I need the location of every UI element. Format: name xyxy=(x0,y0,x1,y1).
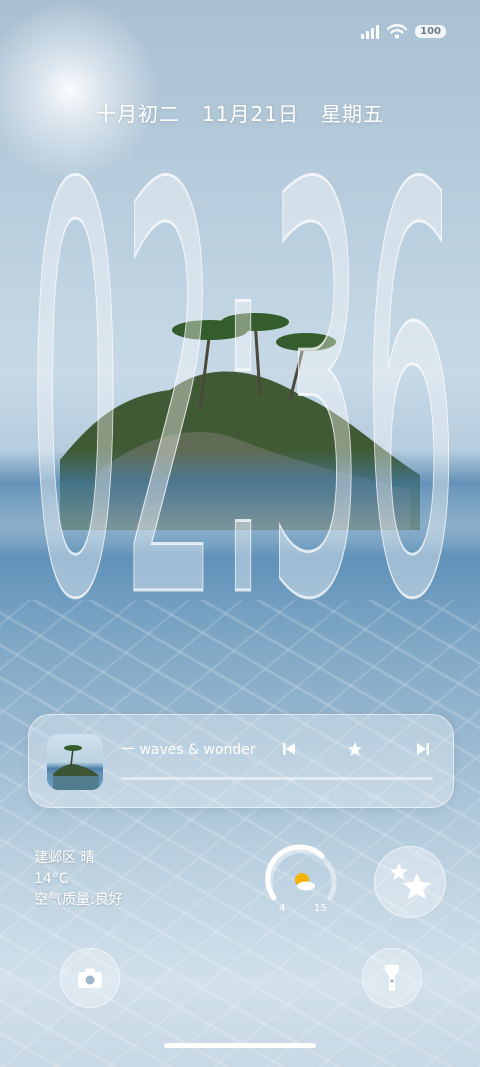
clock: 02:36 xyxy=(27,70,460,725)
weather-temperature: 14°C xyxy=(34,871,69,887)
temp-high: 15 xyxy=(314,903,327,914)
temperature-gauge[interactable] xyxy=(262,840,342,920)
prev-icon[interactable] xyxy=(277,737,301,761)
camera-icon xyxy=(78,968,102,988)
album-art[interactable] xyxy=(47,734,103,790)
next-icon[interactable] xyxy=(411,737,435,761)
weather-info[interactable]: 建邺区 晴 14°C 空气质量:良好 xyxy=(34,848,123,911)
flashlight-icon xyxy=(385,965,399,991)
clock-digits: 02:36 xyxy=(28,140,458,620)
camera-button[interactable] xyxy=(60,948,120,1008)
status-bar: 100 xyxy=(361,24,446,39)
music-widget[interactable]: 一 waves & wonder xyxy=(28,714,454,808)
flashlight-button[interactable] xyxy=(362,948,422,1008)
stars-icon xyxy=(390,863,431,899)
favorite-star-icon[interactable] xyxy=(343,737,367,761)
progress-bar[interactable] xyxy=(121,777,433,780)
date-line: 十月初二 11月21日 星期五 xyxy=(0,98,480,127)
temp-low: 4 xyxy=(279,903,286,914)
battery-icon: 100 xyxy=(415,25,446,38)
weekday: 星期五 xyxy=(320,102,384,126)
lock-screen: 100 十月初二 11月21日 星期五 02:36 一 waves & wond… xyxy=(0,0,480,1067)
signal-icon xyxy=(361,24,380,39)
stars-widget-button[interactable] xyxy=(374,846,446,918)
home-indicator[interactable] xyxy=(164,1043,316,1048)
lunar-date: 十月初二 xyxy=(96,102,181,126)
sun-cloud-icon xyxy=(295,873,315,891)
weather-location: 建邺区 晴 xyxy=(34,850,95,866)
air-quality: 空气质量:良好 xyxy=(34,892,123,908)
track-title: 一 waves & wonder xyxy=(121,742,256,758)
solar-date: 11月21日 xyxy=(202,102,299,126)
wifi-icon xyxy=(387,24,408,39)
